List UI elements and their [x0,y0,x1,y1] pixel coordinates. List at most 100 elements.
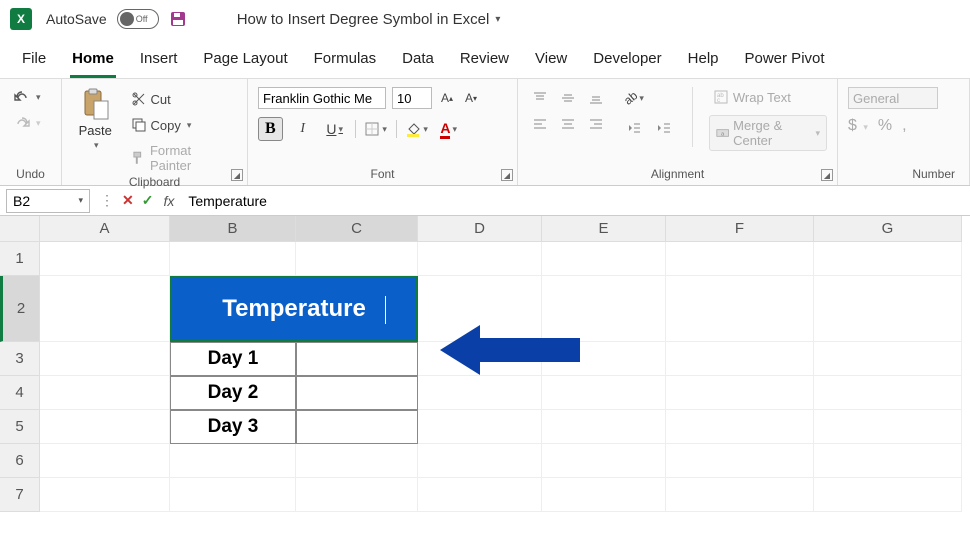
alignment-dialog-launcher[interactable]: ◢ [821,169,833,181]
cell-g4[interactable] [814,376,962,410]
cell-b3[interactable]: Day 1 [170,342,296,376]
comma-button[interactable]: , [902,117,906,135]
enter-button[interactable]: ✓ [142,192,154,209]
cell-c1[interactable] [296,242,418,276]
align-center-button[interactable] [556,113,580,135]
row-header-2[interactable]: 2 [0,276,40,342]
cell-a2[interactable] [40,276,170,342]
cell-b4[interactable]: Day 2 [170,376,296,410]
cell-g2[interactable] [814,276,962,342]
cell-c6[interactable] [296,444,418,478]
tab-view[interactable]: View [533,46,569,78]
tab-power-pivot[interactable]: Power Pivot [743,46,827,78]
tab-help[interactable]: Help [686,46,721,78]
cell-g5[interactable] [814,410,962,444]
cell-f4[interactable] [666,376,814,410]
cell-g6[interactable] [814,444,962,478]
font-color-button[interactable]: A▾ [437,118,461,140]
row-header-6[interactable]: 6 [0,444,40,478]
cell-d5[interactable] [418,410,542,444]
paste-button[interactable]: Paste ▾ [72,87,119,151]
cut-button[interactable]: Cut [127,89,237,109]
cell-f3[interactable] [666,342,814,376]
decrease-font-button[interactable]: A▾ [462,89,480,107]
copy-button[interactable]: Copy ▾ [127,115,237,135]
font-dialog-launcher[interactable]: ◢ [501,169,513,181]
col-header-c[interactable]: C [296,216,418,242]
cell-c3[interactable] [296,342,418,376]
format-painter-button[interactable]: Format Painter [127,141,237,175]
formula-input[interactable] [180,189,970,213]
row-header-1[interactable]: 1 [0,242,40,276]
merge-center-button[interactable]: a Merge & Center ▾ [709,115,827,151]
tab-formulas[interactable]: Formulas [312,46,379,78]
cell-f6[interactable] [666,444,814,478]
cancel-button[interactable]: ✕ [122,192,134,209]
cell-c5[interactable] [296,410,418,444]
align-bottom-button[interactable] [584,87,608,109]
row-header-4[interactable]: 4 [0,376,40,410]
select-all-corner[interactable] [0,216,40,242]
wrap-text-button[interactable]: abc Wrap Text [709,87,827,107]
tab-data[interactable]: Data [400,46,436,78]
align-right-button[interactable] [584,113,608,135]
cell-e7[interactable] [542,478,666,512]
col-header-g[interactable]: G [814,216,962,242]
cell-f5[interactable] [666,410,814,444]
align-top-button[interactable] [528,87,552,109]
percent-button[interactable]: % [878,117,892,135]
col-header-f[interactable]: F [666,216,814,242]
cell-f2[interactable] [666,276,814,342]
increase-indent-button[interactable] [652,117,676,139]
col-header-e[interactable]: E [542,216,666,242]
cell-a6[interactable] [40,444,170,478]
cell-g7[interactable] [814,478,962,512]
decrease-indent-button[interactable] [622,117,646,139]
cell-a5[interactable] [40,410,170,444]
cell-g1[interactable] [814,242,962,276]
underline-button[interactable]: U▾ [323,118,347,140]
cell-a7[interactable] [40,478,170,512]
col-header-a[interactable]: A [40,216,170,242]
orientation-button[interactable]: ab▾ [622,87,646,109]
tab-page-layout[interactable]: Page Layout [201,46,289,78]
col-header-d[interactable]: D [418,216,542,242]
cell-b1[interactable] [170,242,296,276]
cell-a3[interactable] [40,342,170,376]
cell-d7[interactable] [418,478,542,512]
save-icon[interactable] [169,10,187,28]
row-header-7[interactable]: 7 [0,478,40,512]
undo-button[interactable]: ▾ [10,87,45,107]
row-header-5[interactable]: 5 [0,410,40,444]
accounting-button[interactable]: $ ▾ [848,117,868,135]
tab-insert[interactable]: Insert [138,46,180,78]
cell-e4[interactable] [542,376,666,410]
italic-button[interactable]: I [291,118,315,140]
col-header-b[interactable]: B [170,216,296,242]
redo-button[interactable]: ▾ [10,113,45,133]
row-header-3[interactable]: 3 [0,342,40,376]
cell-d6[interactable] [418,444,542,478]
cell-d4[interactable] [418,376,542,410]
cell-b5[interactable]: Day 3 [170,410,296,444]
bold-button[interactable]: B [258,117,283,141]
cell-b2-merged[interactable]: Temperature [170,276,418,342]
cell-a1[interactable] [40,242,170,276]
cell-c7[interactable] [296,478,418,512]
number-format-select[interactable]: General [848,87,938,109]
cell-d1[interactable] [418,242,542,276]
clipboard-dialog-launcher[interactable]: ◢ [231,169,243,181]
align-left-button[interactable] [528,113,552,135]
tab-developer[interactable]: Developer [591,46,663,78]
tab-home[interactable]: Home [70,46,116,78]
cell-a4[interactable] [40,376,170,410]
cell-e5[interactable] [542,410,666,444]
cell-c4[interactable] [296,376,418,410]
document-title[interactable]: How to Insert Degree Symbol in Excel ▾ [237,11,501,28]
cell-f1[interactable] [666,242,814,276]
cell-e6[interactable] [542,444,666,478]
fill-color-button[interactable]: ▾ [405,118,429,140]
fx-label[interactable]: fx [163,193,174,209]
font-size-input[interactable] [392,87,432,109]
align-middle-button[interactable] [556,87,580,109]
